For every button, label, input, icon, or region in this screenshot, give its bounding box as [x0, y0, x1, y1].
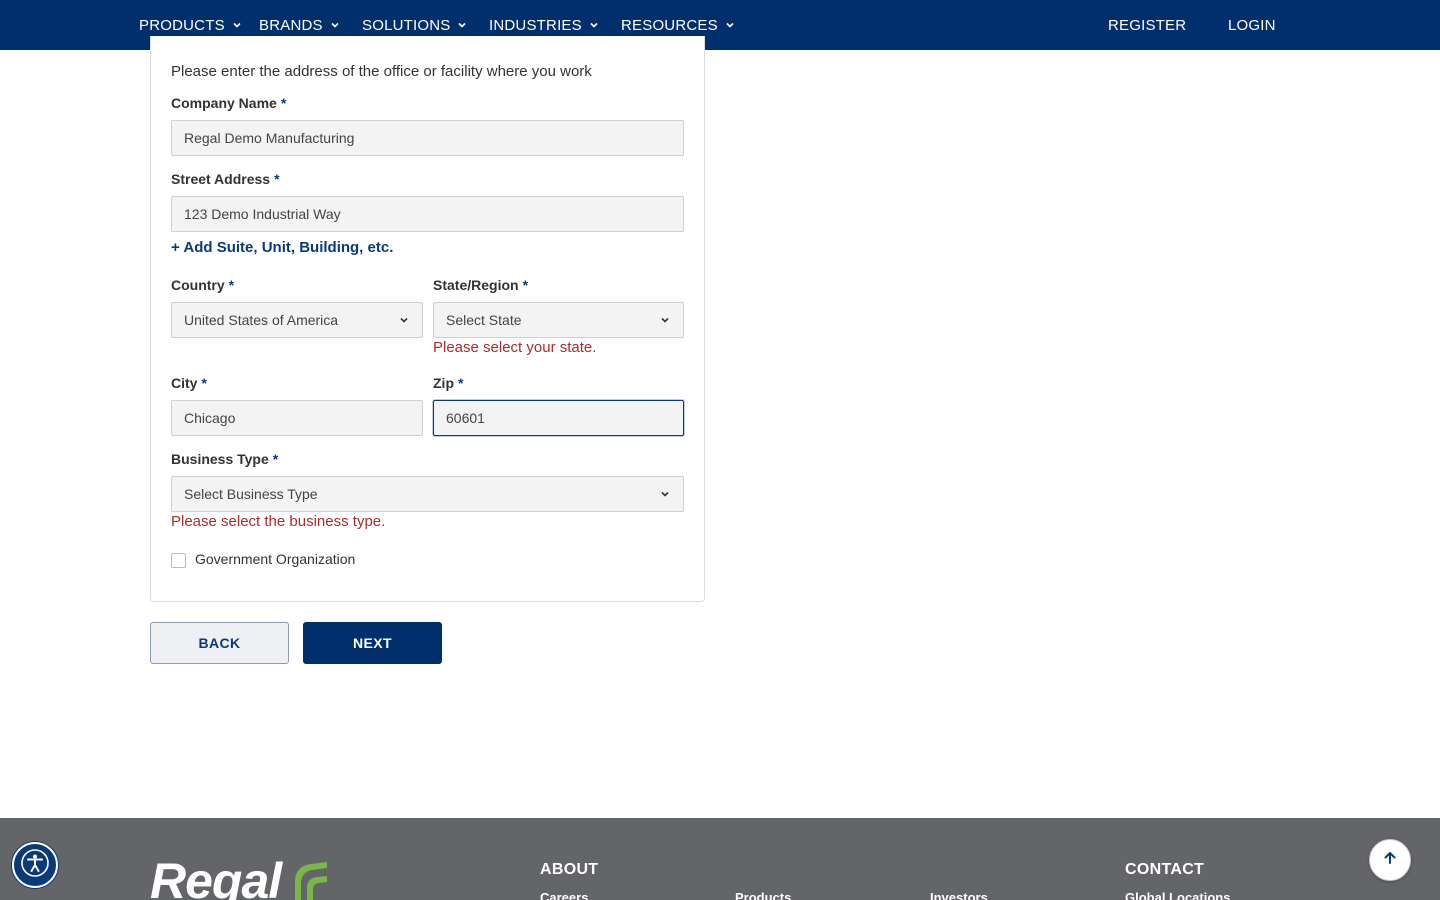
- company-name-value: Regal Demo Manufacturing: [184, 130, 355, 146]
- form-intro-text: Please enter the address of the office o…: [171, 63, 592, 80]
- country-label-text: Country: [171, 277, 225, 293]
- required-marker: *: [201, 375, 207, 391]
- business-type-label: Business Type *: [171, 451, 278, 467]
- nav-products-label: PRODUCTS: [139, 16, 225, 34]
- state-region-label: State/Region *: [433, 277, 528, 293]
- scroll-to-top-button[interactable]: [1369, 839, 1411, 881]
- regal-logo-text: Regal: [150, 853, 282, 900]
- regal-logo-mark-icon: [285, 858, 329, 900]
- business-type-label-text: Business Type: [171, 451, 269, 467]
- footer-link-investors[interactable]: Investors: [930, 890, 988, 900]
- chevron-down-icon: [589, 20, 599, 30]
- footer-link-products[interactable]: Products: [735, 890, 791, 900]
- footer-contact-heading: CONTACT: [1125, 861, 1205, 878]
- nav-brands-label: BRANDS: [259, 16, 323, 34]
- next-button[interactable]: NEXT: [303, 622, 442, 664]
- nav-industries-label: INDUSTRIES: [489, 16, 582, 34]
- street-address-input[interactable]: 123 Demo Industrial Way: [171, 196, 684, 232]
- required-marker: *: [458, 375, 464, 391]
- chevron-down-icon: [659, 314, 671, 326]
- company-name-label-text: Company Name: [171, 95, 277, 111]
- state-error-message: Please select your state.: [433, 339, 597, 356]
- footer-about-heading: ABOUT: [540, 861, 599, 878]
- chevron-down-icon: [232, 20, 242, 30]
- business-type-value: Select Business Type: [184, 486, 318, 502]
- country-select[interactable]: United States of America: [171, 302, 423, 338]
- chevron-down-icon: [659, 488, 671, 500]
- chevron-down-icon: [398, 314, 410, 326]
- back-button[interactable]: BACK: [150, 622, 289, 664]
- street-address-label-text: Street Address: [171, 171, 271, 187]
- arrow-up-icon: [1382, 850, 1398, 871]
- add-suite-link[interactable]: + Add Suite, Unit, Building, etc.: [171, 239, 393, 256]
- zip-label-text: Zip: [433, 375, 454, 391]
- regal-logo[interactable]: Regal: [150, 856, 329, 900]
- government-organization-label[interactable]: Government Organization: [195, 551, 355, 567]
- accessibility-button[interactable]: [12, 842, 58, 888]
- country-label: Country *: [171, 277, 234, 293]
- state-region-label-text: State/Region: [433, 277, 519, 293]
- company-name-label: Company Name *: [171, 95, 286, 111]
- chevron-down-icon: [457, 20, 467, 30]
- required-marker: *: [522, 277, 529, 293]
- nav-resources-label: RESOURCES: [621, 16, 718, 34]
- required-marker: *: [272, 451, 279, 467]
- required-marker: *: [280, 95, 287, 111]
- city-input[interactable]: Chicago: [171, 400, 423, 436]
- site-footer: Regal ABOUT CONTACT Careers Products Inv…: [0, 818, 1440, 900]
- business-type-select[interactable]: Select Business Type: [171, 476, 684, 512]
- chevron-down-icon: [330, 20, 340, 30]
- footer-link-careers[interactable]: Careers: [540, 890, 588, 900]
- footer-link-global-locations[interactable]: Global Locations: [1125, 890, 1230, 900]
- required-marker: *: [228, 277, 235, 293]
- required-marker: *: [274, 171, 280, 187]
- street-address-label: Street Address *: [171, 171, 280, 187]
- business-type-error-message: Please select the business type.: [171, 513, 386, 530]
- city-label-text: City: [171, 375, 198, 391]
- state-select[interactable]: Select State: [433, 302, 684, 338]
- nav-solutions-label: SOLUTIONS: [362, 16, 451, 34]
- accessibility-icon: [20, 848, 50, 883]
- government-organization-checkbox[interactable]: [171, 553, 186, 568]
- login-link[interactable]: LOGIN: [1228, 0, 1276, 50]
- company-name-input[interactable]: Regal Demo Manufacturing: [171, 120, 684, 156]
- state-value: Select State: [446, 312, 522, 328]
- city-label: City *: [171, 375, 207, 391]
- street-address-value: 123 Demo Industrial Way: [184, 206, 341, 222]
- zip-label: Zip *: [433, 375, 463, 391]
- zip-value: 60601: [446, 410, 485, 426]
- city-value: Chicago: [184, 410, 236, 426]
- zip-input[interactable]: 60601: [433, 400, 684, 436]
- chevron-down-icon: [725, 20, 735, 30]
- country-value: United States of America: [184, 312, 339, 328]
- register-link[interactable]: REGISTER: [1108, 0, 1186, 50]
